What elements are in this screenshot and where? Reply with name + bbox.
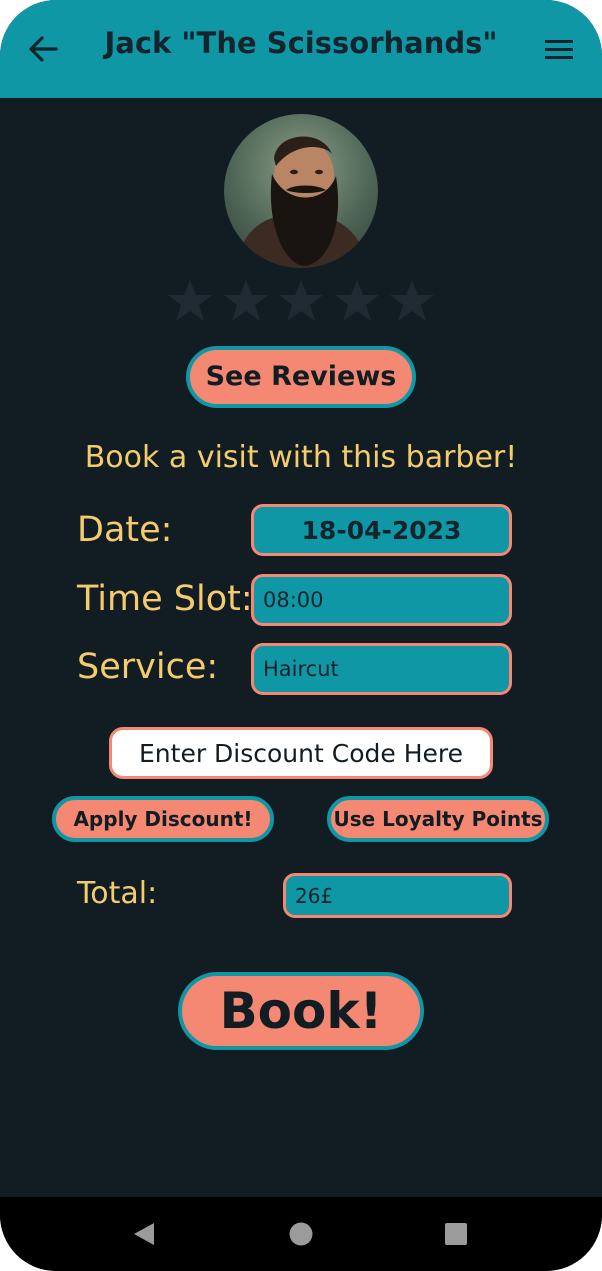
nav-back-triangle-icon[interactable] [131, 1221, 157, 1247]
star-icon[interactable] [166, 277, 214, 325]
star-icon[interactable] [333, 277, 381, 325]
app-bar: Jack "The Scissorhands" [0, 0, 602, 98]
system-navigation-bar [0, 1197, 602, 1271]
total-label: Total: [77, 876, 158, 911]
nav-recents-square-icon[interactable] [443, 1221, 469, 1247]
phone-screen: Jack "The Scissorhands" See Reviews Book… [0, 0, 602, 1271]
total-field: 26£ [283, 873, 512, 918]
date-field[interactable]: 18-04-2023 [251, 504, 512, 556]
nav-home-circle-icon[interactable] [288, 1221, 314, 1247]
service-label: Service: [77, 647, 219, 687]
booking-heading: Book a visit with this barber! [84, 440, 518, 475]
rating-stars [166, 277, 436, 327]
barber-portrait-image [234, 136, 369, 268]
page-title: Jack "The Scissorhands" [104, 26, 498, 60]
star-icon[interactable] [277, 277, 325, 325]
discount-code-input[interactable]: Enter Discount Code Here [109, 727, 493, 779]
date-label: Date: [77, 510, 173, 550]
see-reviews-button[interactable]: See Reviews [186, 346, 416, 408]
hamburger-menu-icon[interactable] [542, 36, 576, 64]
apply-discount-button[interactable]: Apply Discount! [52, 796, 274, 842]
time-slot-field[interactable]: 08:00 [251, 574, 512, 626]
star-icon[interactable] [222, 277, 270, 325]
barber-avatar [224, 114, 378, 268]
time-slot-label: Time Slot: [77, 579, 253, 619]
service-field[interactable]: Haircut [251, 643, 512, 695]
use-loyalty-points-button[interactable]: Use Loyalty Points [327, 796, 549, 842]
book-button[interactable]: Book! [178, 972, 424, 1050]
arrow-left-icon[interactable] [26, 32, 60, 66]
star-icon[interactable] [388, 277, 436, 325]
